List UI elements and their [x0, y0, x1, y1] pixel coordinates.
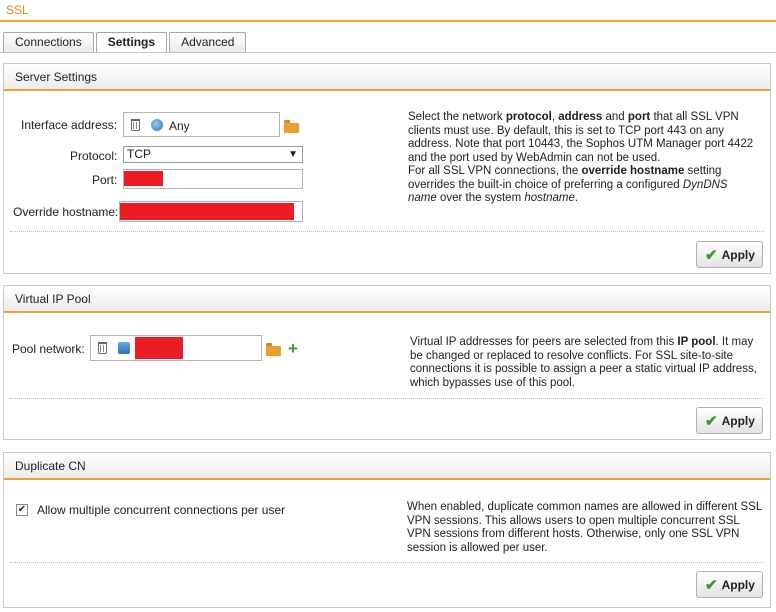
apply-label: Apply [721, 577, 755, 592]
apply-button[interactable]: ✔ Apply [696, 407, 763, 434]
trash-icon[interactable] [131, 119, 140, 131]
globe-icon [151, 119, 163, 131]
virtual-ip-pool-panel: Virtual IP Pool Pool network: + Virtual … [3, 285, 771, 440]
server-settings-help: Select the network protocol, address and… [408, 111, 754, 204]
panel-title: Duplicate CN [4, 453, 770, 480]
tab-connections[interactable]: Connections [3, 32, 94, 53]
apply-label: Apply [721, 413, 755, 428]
redaction [124, 171, 163, 186]
folder-icon[interactable] [284, 120, 299, 133]
override-hostname-input[interactable] [119, 201, 303, 222]
virtual-ip-pool-help: Virtual IP addresses for peers are selec… [410, 336, 757, 389]
protocol-label: Protocol: [70, 149, 118, 163]
page-title: SSL [6, 3, 29, 17]
network-icon [118, 342, 130, 354]
pool-network-field[interactable] [90, 335, 262, 361]
apply-button[interactable]: ✔ Apply [696, 571, 763, 598]
allow-multiple-checkbox[interactable]: ✔ [16, 504, 28, 516]
apply-button[interactable]: ✔ Apply [696, 241, 763, 268]
check-icon: ✔ [705, 246, 718, 264]
divider [10, 562, 764, 563]
pool-network-label: Pool network: [12, 342, 85, 356]
tab-settings[interactable]: Settings [95, 32, 168, 53]
interface-value: Any [169, 119, 190, 133]
check-icon: ✔ [705, 412, 718, 430]
override-hostname-label: Override hostname: [13, 205, 119, 219]
panel-title: Server Settings [4, 64, 770, 91]
interface-address-label: Interface address: [21, 118, 118, 132]
divider [10, 398, 764, 399]
check-icon: ✔ [705, 576, 718, 594]
tab-advanced[interactable]: Advanced [169, 32, 247, 53]
apply-label: Apply [721, 247, 755, 262]
divider [10, 231, 764, 232]
chevron-down-icon: ▼ [288, 149, 298, 160]
duplicate-cn-help: When enabled, duplicate common names are… [407, 501, 762, 554]
plus-icon[interactable]: + [288, 340, 298, 357]
folder-icon[interactable] [266, 343, 281, 356]
redaction [120, 203, 294, 220]
port-input[interactable] [123, 169, 303, 189]
redaction [135, 337, 183, 359]
port-label: Port: [92, 173, 118, 187]
protocol-value: TCP [127, 147, 151, 161]
tab-rule [0, 52, 776, 53]
title-rule [0, 20, 776, 22]
protocol-select[interactable]: TCP ▼ [123, 146, 303, 163]
tab-bar: Connections Settings Advanced [3, 32, 248, 53]
server-settings-panel: Server Settings Interface address: Any P… [3, 63, 771, 274]
allow-multiple-label: Allow multiple concurrent connections pe… [37, 503, 286, 517]
duplicate-cn-panel: Duplicate CN ✔ Allow multiple concurrent… [3, 452, 771, 608]
trash-icon[interactable] [98, 342, 107, 354]
interface-address-field[interactable]: Any [123, 112, 280, 137]
panel-title: Virtual IP Pool [4, 286, 770, 313]
